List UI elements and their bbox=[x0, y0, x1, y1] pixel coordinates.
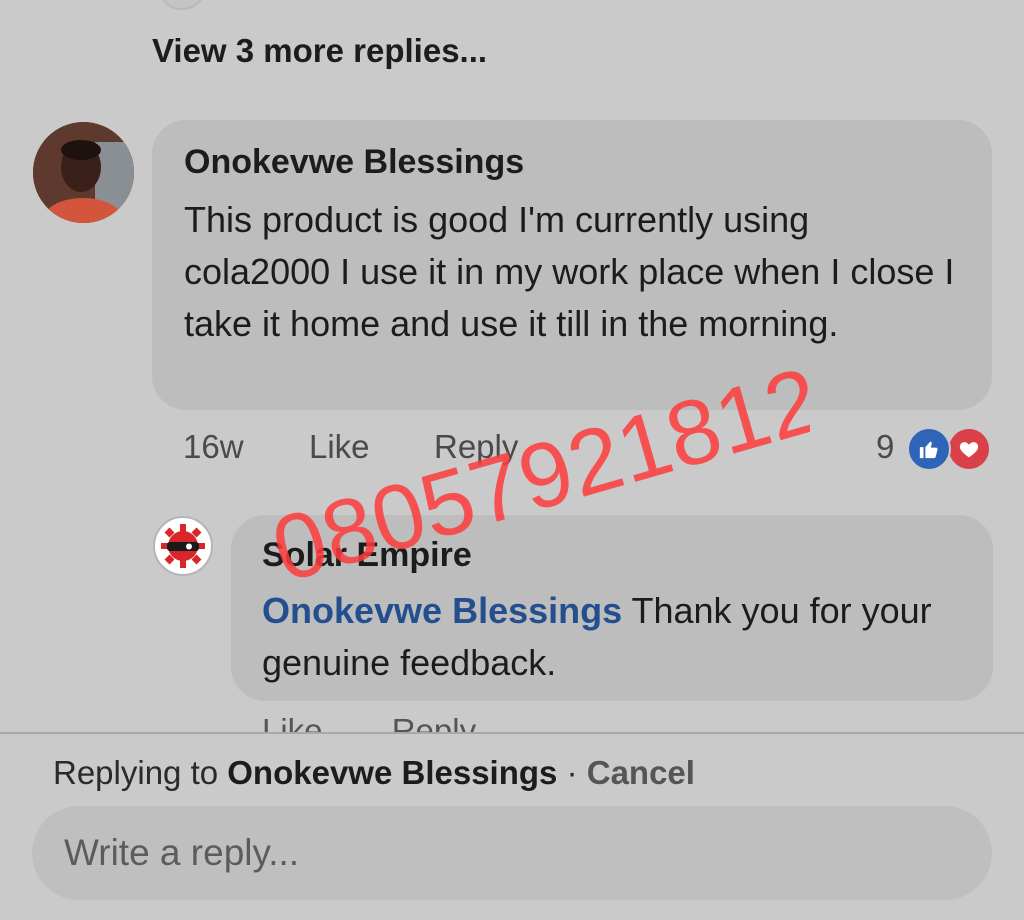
reply-like-button[interactable]: Like bbox=[262, 712, 323, 734]
love-icon bbox=[947, 427, 991, 471]
reply-input[interactable] bbox=[32, 806, 992, 900]
reply-author-name[interactable]: Solar Empire bbox=[262, 535, 962, 575]
previous-avatar-edge bbox=[160, 0, 204, 10]
gear-logo-icon bbox=[157, 520, 209, 572]
comment-bubble: Onokevwe Blessings This product is good … bbox=[152, 120, 992, 410]
page-avatar[interactable] bbox=[153, 516, 213, 576]
comment-author-name[interactable]: Onokevwe Blessings bbox=[184, 142, 960, 182]
comment-timestamp: 16w bbox=[183, 428, 244, 465]
reply-reply-button[interactable]: Reply bbox=[392, 712, 476, 734]
separator-dot: · bbox=[557, 754, 587, 791]
reply-text: Onokevwe Blessings Thank you for your ge… bbox=[262, 585, 962, 689]
replying-to-name: Onokevwe Blessings bbox=[227, 754, 558, 791]
reactions-summary[interactable] bbox=[907, 427, 993, 471]
replying-prefix: Replying to bbox=[53, 754, 228, 791]
reaction-count[interactable]: 9 bbox=[876, 428, 894, 466]
comment-text: This product is good I'm currently using… bbox=[184, 199, 955, 344]
reply-bubble: Solar Empire Onokevwe Blessings Thank yo… bbox=[231, 515, 993, 701]
view-more-replies-link[interactable]: View 3 more replies... bbox=[152, 32, 487, 70]
reply-composer: Replying to Onokevwe Blessings · Cancel bbox=[0, 732, 1024, 920]
avatar-photo bbox=[33, 122, 134, 223]
reply-button[interactable]: Reply bbox=[434, 428, 518, 466]
commenter-avatar[interactable] bbox=[33, 122, 134, 223]
mention-link[interactable]: Onokevwe Blessings bbox=[262, 590, 622, 631]
like-icon bbox=[907, 427, 951, 471]
replying-to-bar: Replying to Onokevwe Blessings · Cancel bbox=[53, 754, 695, 792]
reply-meta-cutoff: Like Reply bbox=[262, 712, 862, 734]
cancel-reply-button[interactable]: Cancel bbox=[587, 754, 695, 791]
like-button[interactable]: Like bbox=[309, 428, 370, 466]
